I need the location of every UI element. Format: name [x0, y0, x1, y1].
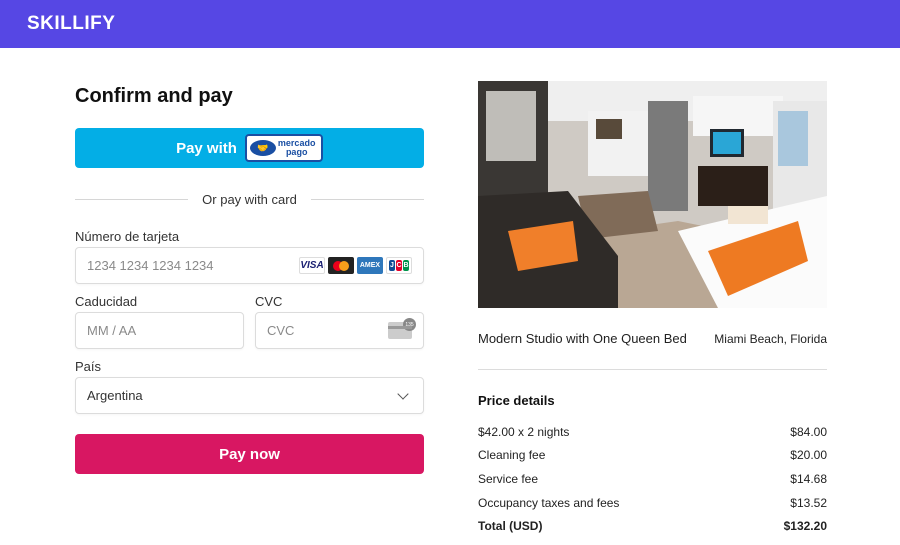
expiry-label: Caducidad: [75, 294, 138, 309]
price-total-row: Total (USD) $132.20: [478, 519, 827, 533]
cvc-placeholder: CVC: [267, 323, 295, 338]
expiry-input[interactable]: MM / AA: [75, 312, 244, 349]
price-row-amount: $14.68: [790, 472, 827, 486]
section-divider: [478, 369, 827, 370]
room-name: Modern Studio with One Queen Bed: [478, 331, 687, 346]
price-row: Occupancy taxes and fees $13.52: [478, 496, 827, 510]
or-divider: Or pay with card: [75, 190, 424, 208]
mastercard-icon: [328, 257, 354, 274]
mercadopago-button[interactable]: Pay with 🤝 mercado pago: [75, 128, 424, 168]
country-label: País: [75, 359, 102, 374]
card-number-placeholder: 1234 1234 1234 1234: [87, 258, 214, 273]
page-title: Confirm and pay: [75, 85, 233, 107]
price-row-label: Service fee: [478, 472, 539, 486]
price-row-label: Occupancy taxes and fees: [478, 496, 620, 510]
cvc-badge: 135: [403, 318, 416, 331]
cvc-input[interactable]: CVC 135: [255, 312, 424, 349]
price-row: Cleaning fee $20.00: [478, 448, 827, 462]
divider-text: Or pay with card: [202, 191, 297, 207]
card-number-label: Número de tarjeta: [75, 229, 180, 244]
divider-line-left: [75, 198, 189, 200]
card-brand-logos: VISA AMEX JCB: [299, 257, 412, 274]
room-location: Miami Beach, Florida: [714, 332, 827, 346]
mercadopago-button-label: Pay with: [176, 139, 237, 157]
price-row-label: $42.00 x 2 nights: [478, 425, 570, 439]
brand-logo[interactable]: SKILLIFY: [27, 13, 115, 35]
price-row: Service fee $14.68: [478, 472, 827, 486]
divider-line-right: [310, 198, 424, 200]
country-value: Argentina: [87, 388, 143, 403]
country-select[interactable]: Argentina: [75, 377, 424, 414]
handshake-icon: 🤝: [249, 140, 276, 156]
mercadopago-logo: 🤝 mercado pago: [244, 134, 323, 162]
chevron-down-icon: [397, 387, 409, 400]
jcb-icon: JCB: [386, 257, 412, 274]
cvc-label: CVC: [255, 294, 283, 309]
pay-now-button[interactable]: Pay now: [75, 434, 424, 474]
expiry-placeholder: MM / AA: [87, 323, 137, 338]
price-total-label: Total (USD): [478, 519, 543, 533]
amex-icon: AMEX: [357, 257, 383, 274]
price-row-amount: $84.00: [790, 425, 827, 439]
price-details-title: Price details: [478, 393, 555, 408]
mercadopago-logo-bottom: pago: [285, 147, 308, 157]
card-number-input[interactable]: 1234 1234 1234 1234 VISA AMEX JCB: [75, 247, 424, 284]
price-row-amount: $20.00: [790, 448, 827, 462]
price-row-label: Cleaning fee: [478, 448, 546, 462]
cvc-card-icon: 135: [388, 318, 416, 339]
visa-icon: VISA: [299, 257, 325, 274]
top-bar: SKILLIFY: [0, 0, 900, 48]
price-row-amount: $13.52: [790, 496, 827, 510]
price-total-amount: $132.20: [783, 519, 827, 533]
price-row: $42.00 x 2 nights $84.00: [478, 425, 827, 439]
hotel-room-photo: [478, 81, 827, 308]
